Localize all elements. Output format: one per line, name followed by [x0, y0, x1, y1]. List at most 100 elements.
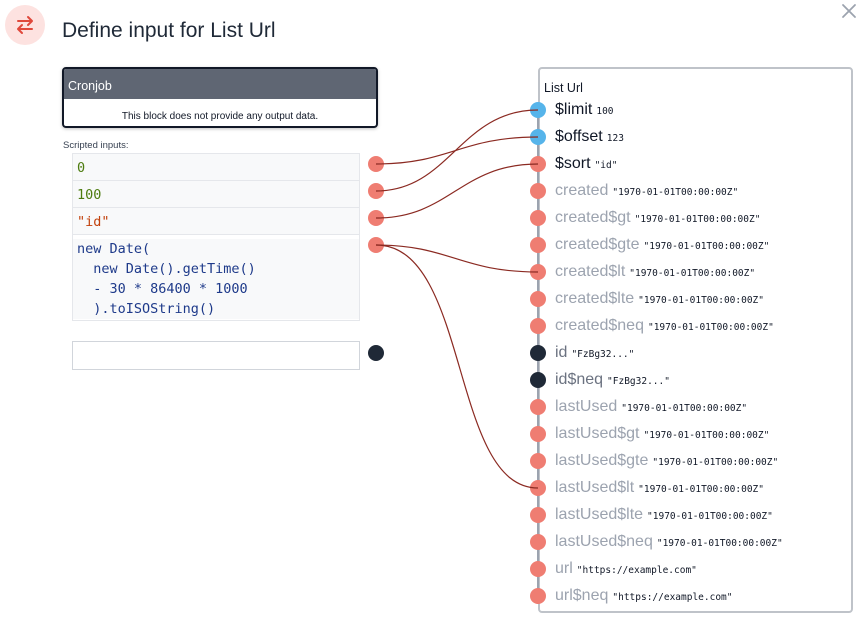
- wire-input-4-to-created-lt: [375, 244, 539, 273]
- param-name: lastUsed$lt: [555, 479, 635, 496]
- param-handle[interactable]: [530, 210, 546, 226]
- param-example-value: "1970-01-01T00:00:00Z": [629, 268, 756, 279]
- param-name: id: [555, 344, 568, 361]
- param-handle[interactable]: [530, 480, 546, 496]
- scripted-inputs-label: Scripted inputs:: [63, 140, 129, 151]
- scripted-input-3[interactable]: "id": [72, 207, 360, 235]
- param-name: lastUsed: [555, 398, 618, 415]
- param-name: lastUsed$gt: [555, 425, 640, 442]
- param-row: lastUsed$lte "1970-01-01T00:00:00Z": [555, 506, 773, 526]
- param-name: lastUsed$gte: [555, 452, 649, 469]
- param-handle[interactable]: [530, 453, 546, 469]
- param-row: id$neq "FzBg32...": [555, 371, 670, 391]
- param-name: $sort: [555, 155, 591, 172]
- param-row: $sort "id": [555, 155, 617, 175]
- param-example-value: "1970-01-01T00:00:00Z": [652, 457, 779, 468]
- param-example-value: "1970-01-01T00:00:00Z": [621, 403, 748, 414]
- param-example-value: "FzBg32...": [607, 376, 670, 387]
- param-handle[interactable]: [530, 534, 546, 550]
- param-handle[interactable]: [530, 588, 546, 604]
- input-handle-4[interactable]: [368, 237, 384, 253]
- param-row: created$lt "1970-01-01T00:00:00Z": [555, 263, 755, 283]
- param-handle[interactable]: [530, 129, 546, 145]
- param-row: lastUsed$gte "1970-01-01T00:00:00Z": [555, 452, 778, 472]
- new-input-handle[interactable]: [368, 345, 384, 361]
- scripted-input-code: 100: [73, 185, 359, 205]
- param-row: created$neq "1970-01-01T00:00:00Z": [555, 317, 774, 337]
- param-row: lastUsed$neq "1970-01-01T00:00:00Z": [555, 533, 783, 553]
- close-icon[interactable]: [840, 2, 858, 20]
- scripted-input-code: "id": [73, 212, 359, 232]
- param-name: created$lte: [555, 290, 635, 307]
- param-example-value: "https://example.com": [612, 592, 733, 603]
- param-row: created$lte "1970-01-01T00:00:00Z": [555, 290, 764, 310]
- param-row: $offset 123: [555, 128, 624, 148]
- param-name: created$gte: [555, 236, 640, 253]
- param-name: created$lt: [555, 263, 626, 280]
- input-handle-2[interactable]: [368, 183, 384, 199]
- param-handle[interactable]: [530, 318, 546, 334]
- param-row: id "FzBg32...": [555, 344, 634, 364]
- page-title: Define input for List Url: [62, 19, 276, 42]
- param-handle[interactable]: [530, 291, 546, 307]
- param-row: url$neq "https://example.com": [555, 587, 732, 607]
- param-handle[interactable]: [530, 399, 546, 415]
- param-example-value: "1970-01-01T00:00:00Z": [638, 295, 765, 306]
- scripted-input-4[interactable]: new Date( new Date().getTime() - 30 * 86…: [72, 234, 360, 321]
- input-handle-1[interactable]: [368, 156, 384, 172]
- wire-input-1-to-offset: [375, 136, 539, 165]
- param-example-value: "1970-01-01T00:00:00Z": [647, 322, 774, 333]
- param-name: $limit: [555, 101, 593, 118]
- param-name: created$gt: [555, 209, 631, 226]
- param-handle[interactable]: [530, 264, 546, 280]
- source-block-card: Cronjob This block does not provide any …: [62, 67, 378, 128]
- scripted-input-code: 0: [73, 158, 359, 178]
- param-row: created$gt "1970-01-01T00:00:00Z": [555, 209, 760, 229]
- param-name: lastUsed$neq: [555, 533, 653, 550]
- param-name: url$neq: [555, 587, 609, 604]
- param-example-value: "1970-01-01T00:00:00Z": [647, 511, 773, 522]
- source-block-note: This block does not provide any output d…: [121, 111, 319, 122]
- param-example-value: 123: [606, 133, 624, 144]
- param-name: id$neq: [555, 371, 604, 388]
- target-block-title: List Url: [544, 81, 583, 95]
- param-handle[interactable]: [530, 345, 546, 361]
- source-block-title: Cronjob: [64, 69, 376, 99]
- param-handle[interactable]: [530, 372, 546, 388]
- param-row: lastUsed$lt "1970-01-01T00:00:00Z": [555, 479, 764, 499]
- param-name: lastUsed$lte: [555, 506, 644, 523]
- param-row: created$gte "1970-01-01T00:00:00Z": [555, 236, 769, 256]
- param-example-value: "1970-01-01T00:00:00Z": [612, 187, 739, 198]
- param-example-value: "1970-01-01T00:00:00Z": [634, 214, 761, 225]
- wire-input-2-to-limit: [375, 109, 539, 192]
- param-handle[interactable]: [530, 507, 546, 523]
- input-handle-3[interactable]: [368, 210, 384, 226]
- param-example-value: "https://example.com": [576, 565, 697, 576]
- scripted-input-2[interactable]: 100: [72, 180, 360, 208]
- scripted-input-code: new Date( new Date().getTime() - 30 * 86…: [73, 239, 359, 319]
- param-handle[interactable]: [530, 183, 546, 199]
- new-scripted-input[interactable]: [72, 341, 360, 370]
- param-name: created: [555, 182, 609, 199]
- param-name: created$neq: [555, 317, 644, 334]
- param-row: url "https://example.com": [555, 560, 697, 580]
- param-name: url: [555, 560, 573, 577]
- param-example-value: "1970-01-01T00:00:00Z": [638, 484, 764, 495]
- param-example-value: "1970-01-01T00:00:00Z": [656, 538, 783, 549]
- param-handle[interactable]: [530, 156, 546, 172]
- param-example-value: "1970-01-01T00:00:00Z": [643, 241, 770, 252]
- param-row: $limit 100: [555, 101, 614, 121]
- param-example-value: "1970-01-01T00:00:00Z": [643, 430, 770, 441]
- param-row: lastUsed$gt "1970-01-01T00:00:00Z": [555, 425, 769, 445]
- param-name: $offset: [555, 128, 603, 145]
- param-row: created "1970-01-01T00:00:00Z": [555, 182, 738, 202]
- wire-input-4-to-lastused-lt: [375, 244, 539, 489]
- param-handle[interactable]: [530, 102, 546, 118]
- param-example-value: 100: [596, 106, 614, 117]
- param-handle[interactable]: [530, 237, 546, 253]
- param-row: lastUsed "1970-01-01T00:00:00Z": [555, 398, 747, 418]
- param-handle[interactable]: [530, 426, 546, 442]
- param-handle[interactable]: [530, 561, 546, 577]
- param-example-value: "FzBg32...": [571, 349, 635, 360]
- scripted-input-1[interactable]: 0: [72, 153, 360, 181]
